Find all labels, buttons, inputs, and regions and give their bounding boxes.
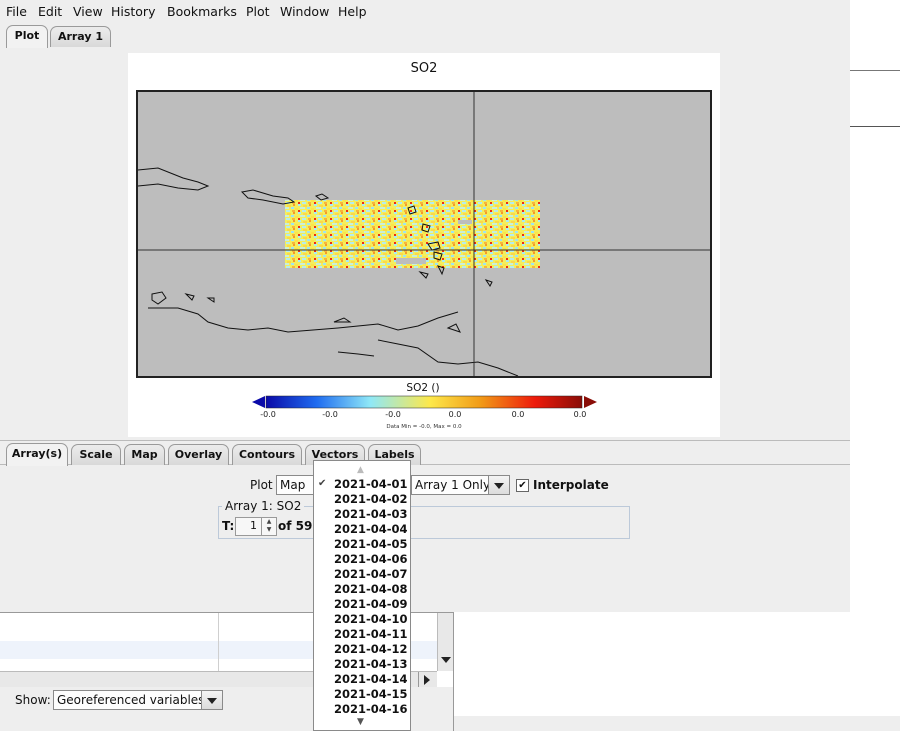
array-mode-value: Array 1 Only (415, 478, 491, 492)
dropdown-option[interactable]: 2021-04-13 (334, 657, 408, 671)
dropdown-option[interactable]: 2021-04-06 (334, 552, 408, 566)
colorbar-tick: -0.0 (260, 410, 276, 419)
document-tabs: Plot Array 1 (0, 24, 850, 49)
dropdown-option[interactable]: 2021-04-11 (334, 627, 408, 641)
dropdown-option[interactable]: 2021-04-08 (334, 582, 408, 596)
dropdown-option[interactable]: 2021-04-09 (334, 597, 408, 611)
time-dropdown-list[interactable]: ▲ ✔ 2021-04-01 2021-04-02 2021-04-03 2021-0… (313, 460, 411, 731)
plot-type-select[interactable]: Map (276, 475, 316, 495)
t-label: T: (222, 519, 235, 533)
menu-bar: File Edit View History Bookmarks Plot Wi… (0, 0, 850, 25)
show-label: Show: (15, 693, 51, 707)
chevron-down-icon[interactable] (488, 476, 509, 494)
tab-map[interactable]: Map (124, 444, 165, 465)
spinner-arrows-icon[interactable]: ▲ ▼ (261, 518, 276, 535)
divider (850, 126, 900, 127)
scroll-right-icon (424, 675, 430, 685)
menu-edit[interactable]: Edit (38, 4, 62, 19)
menu-file[interactable]: File (6, 4, 27, 19)
vertical-scrollbar[interactable] (437, 613, 454, 671)
array-mode-select[interactable]: Array 1 Only (411, 475, 510, 495)
menu-bookmarks[interactable]: Bookmarks (167, 4, 237, 19)
dropdown-option[interactable]: 2021-04-04 (334, 522, 408, 536)
tab-contours[interactable]: Contours (232, 444, 302, 465)
scroll-down-icon[interactable]: ▼ (357, 717, 364, 727)
dropdown-option[interactable]: 2021-04-15 (334, 687, 408, 701)
colorbar-tick: 0.0 (448, 410, 462, 419)
plot-type-label: Plot (250, 478, 273, 492)
plot-title: SO2 (410, 61, 438, 76)
dropdown-option[interactable]: 2021-04-02 (334, 492, 408, 506)
check-icon: ✔ (318, 478, 327, 489)
menu-window[interactable]: Window (280, 4, 329, 19)
plot-type-value: Map (280, 478, 306, 492)
t-spinner[interactable]: 1 ▲ ▼ (235, 517, 277, 536)
dropdown-option[interactable]: 2021-04-05 (334, 537, 408, 551)
bottom-right-panel (453, 612, 851, 731)
colorbar-over-arrow (584, 396, 597, 408)
dropdown-option[interactable]: 2021-04-01 (334, 477, 408, 491)
dropdown-option[interactable]: 2021-04-12 (334, 642, 408, 656)
show-value: Georeferenced variables (57, 693, 205, 707)
colorbar-tick: -0.0 (322, 410, 338, 419)
data-swath (285, 200, 540, 268)
scroll-right-button[interactable] (418, 672, 435, 687)
dropdown-option[interactable]: 2021-04-10 (334, 612, 408, 626)
t-value: 1 (250, 519, 257, 532)
tab-array-1[interactable]: Array 1 (50, 26, 111, 47)
tab-plot[interactable]: Plot (6, 25, 48, 48)
show-select[interactable]: Georeferenced variables (53, 690, 223, 710)
dropdown-option[interactable]: 2021-04-07 (334, 567, 408, 581)
scroll-down-icon[interactable] (441, 657, 451, 663)
tab-arrays[interactable]: Array(s) (6, 443, 68, 466)
colorbar-tick: 0.0 (511, 410, 525, 419)
divider (850, 70, 900, 71)
dropdown-option[interactable]: 2021-04-03 (334, 507, 408, 521)
menu-view[interactable]: View (73, 4, 103, 19)
right-panel (850, 0, 900, 731)
dropdown-option[interactable]: 2021-04-14 (334, 672, 408, 686)
interpolate-label: Interpolate (533, 478, 609, 492)
array-group-title: Array 1: SO2 (222, 499, 305, 513)
dropdown-option[interactable]: 2021-04-16 (334, 702, 408, 716)
interpolate-checkbox[interactable]: ✔ (516, 479, 529, 492)
colorbar-tick: -0.0 (385, 410, 401, 419)
map-svg (138, 92, 710, 376)
chevron-down-icon[interactable] (201, 691, 222, 709)
scroll-up-icon[interactable]: ▲ (357, 465, 364, 475)
map-frame[interactable] (136, 90, 712, 378)
colorbar-under-arrow (252, 396, 265, 408)
status-strip (850, 716, 900, 731)
tab-overlay[interactable]: Overlay (168, 444, 229, 465)
colorbar-title: SO2 () (406, 382, 440, 394)
colorbar (252, 395, 597, 409)
menu-history[interactable]: History (111, 4, 155, 19)
colorbar-tick: 0.0 (573, 410, 587, 419)
menu-help[interactable]: Help (338, 4, 367, 19)
tab-scale[interactable]: Scale (71, 444, 121, 465)
colorbar-minmax: Data Min = -0.0, Max = 0.0 (386, 424, 462, 430)
menu-plot[interactable]: Plot (246, 4, 270, 19)
